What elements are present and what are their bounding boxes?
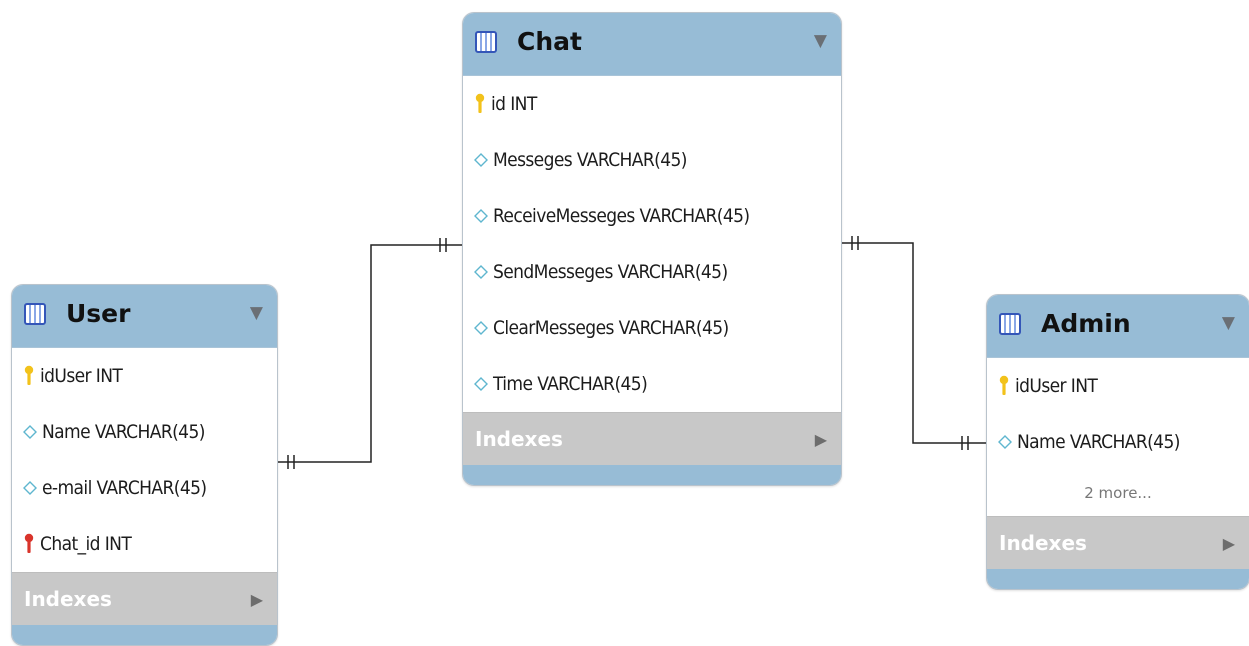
column-row[interactable]: idUser INT	[12, 348, 277, 404]
expand-arrow-icon[interactable]: ▶	[815, 430, 827, 449]
column-list: idUser INT Name VARCHAR(45)	[987, 358, 1249, 470]
column-label: SendMesseges VARCHAR(45)	[493, 261, 728, 283]
collapse-arrow-icon[interactable]: ▼	[814, 31, 827, 51]
foreign-key-icon	[22, 533, 40, 555]
relationship-user-chat	[277, 244, 462, 463]
table-title: Admin	[1041, 309, 1131, 338]
table-admin[interactable]: Admin ▼ idUser INT Name VARCHAR(45) 2 mor…	[986, 294, 1249, 590]
column-label: e-mail VARCHAR(45)	[42, 477, 207, 499]
column-row[interactable]: SendMesseges VARCHAR(45)	[463, 244, 841, 300]
collapse-arrow-icon[interactable]: ▼	[250, 303, 263, 323]
indexes-label: Indexes	[24, 587, 112, 611]
column-diamond-icon	[22, 424, 42, 440]
column-label: Chat_id INT	[40, 533, 132, 555]
table-footer	[12, 625, 277, 645]
column-row[interactable]: ClearMesseges VARCHAR(45)	[463, 300, 841, 356]
column-label: ClearMesseges VARCHAR(45)	[493, 317, 729, 339]
indexes-bar[interactable]: Indexes ▶	[12, 572, 277, 625]
table-footer	[463, 465, 841, 485]
column-row[interactable]: Messeges VARCHAR(45)	[463, 132, 841, 188]
column-diamond-icon	[997, 434, 1017, 450]
indexes-bar[interactable]: Indexes ▶	[463, 412, 841, 465]
column-label: id INT	[491, 93, 537, 115]
column-diamond-icon	[22, 480, 42, 496]
table-header[interactable]: Admin ▼	[987, 295, 1249, 358]
column-diamond-icon	[473, 264, 493, 280]
column-row[interactable]: Chat_id INT	[12, 516, 277, 572]
table-icon	[24, 303, 46, 325]
column-row[interactable]: Time VARCHAR(45)	[463, 356, 841, 412]
expand-arrow-icon[interactable]: ▶	[251, 590, 263, 609]
column-row[interactable]: ReceiveMesseges VARCHAR(45)	[463, 188, 841, 244]
column-list: idUser INT Name VARCHAR(45) e-mail VARCHAR…	[12, 348, 277, 572]
table-title: User	[66, 299, 131, 328]
table-title: Chat	[517, 27, 582, 56]
table-header[interactable]: User ▼	[12, 285, 277, 348]
column-diamond-icon	[473, 152, 493, 168]
more-columns-link[interactable]: 2 more...	[987, 470, 1249, 516]
column-label: Name VARCHAR(45)	[1017, 431, 1180, 453]
column-row[interactable]: idUser INT	[987, 358, 1249, 414]
indexes-bar[interactable]: Indexes ▶	[987, 516, 1249, 569]
column-diamond-icon	[473, 376, 493, 392]
column-label: ReceiveMesseges VARCHAR(45)	[493, 205, 750, 227]
table-chat[interactable]: Chat ▼ id INT Messeges VARCHAR(45) Receive…	[462, 12, 842, 486]
collapse-arrow-icon[interactable]: ▼	[1222, 313, 1235, 333]
column-diamond-icon	[473, 208, 493, 224]
column-label: idUser INT	[1015, 375, 1098, 397]
table-icon	[999, 313, 1021, 335]
er-diagram-canvas: Chat ▼ id INT Messeges VARCHAR(45) Receive…	[0, 0, 1249, 646]
indexes-label: Indexes	[475, 427, 563, 451]
primary-key-icon	[473, 93, 491, 115]
column-row[interactable]: Name VARCHAR(45)	[987, 414, 1249, 470]
table-header[interactable]: Chat ▼	[463, 13, 841, 76]
primary-key-icon	[997, 375, 1015, 397]
column-label: Time VARCHAR(45)	[493, 373, 648, 395]
table-icon	[475, 31, 497, 53]
column-row[interactable]: e-mail VARCHAR(45)	[12, 460, 277, 516]
table-user[interactable]: User ▼ idUser INT Name VARCHAR(45) e-mail …	[11, 284, 278, 646]
column-label: Messeges VARCHAR(45)	[493, 149, 687, 171]
indexes-label: Indexes	[999, 531, 1087, 555]
expand-arrow-icon[interactable]: ▶	[1223, 534, 1235, 553]
column-label: idUser INT	[40, 365, 123, 387]
table-footer	[987, 569, 1249, 589]
primary-key-icon	[22, 365, 40, 387]
relationship-chat-admin	[840, 242, 986, 444]
column-label: Name VARCHAR(45)	[42, 421, 205, 443]
column-list: id INT Messeges VARCHAR(45) ReceiveMessege…	[463, 76, 841, 412]
column-row[interactable]: id INT	[463, 76, 841, 132]
column-row[interactable]: Name VARCHAR(45)	[12, 404, 277, 460]
column-diamond-icon	[473, 320, 493, 336]
